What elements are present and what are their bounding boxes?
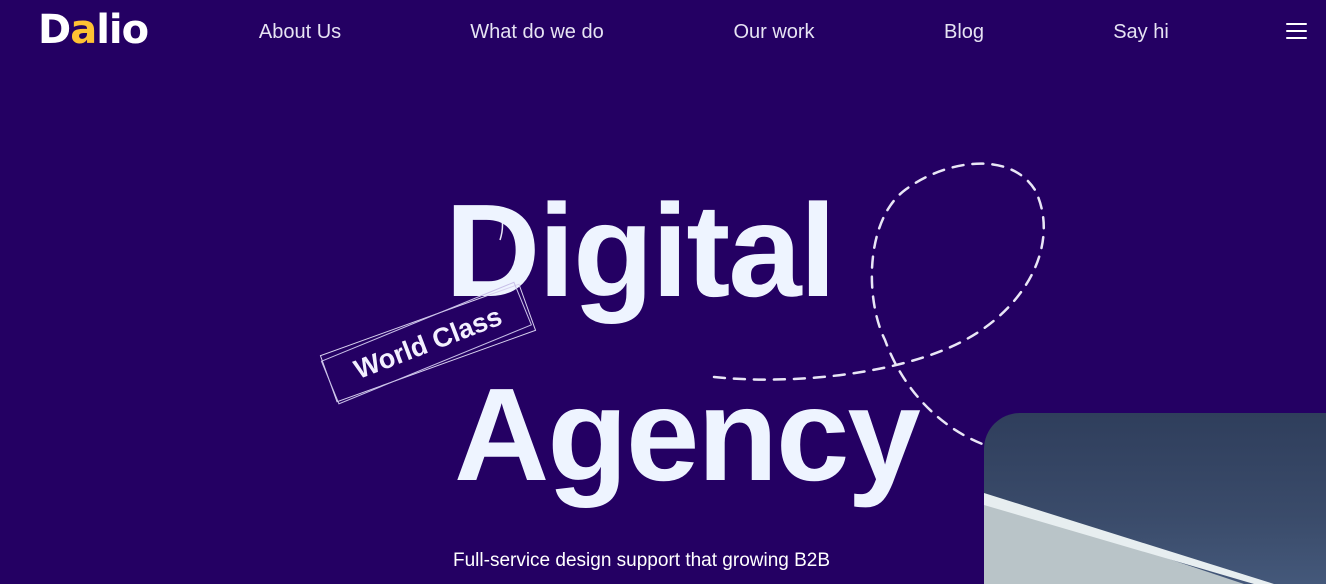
nav-about-us[interactable]: About Us [259,18,341,46]
hero-image [984,413,1326,584]
site-header: Da lio About Us What do we do Our work Bl… [0,0,1326,64]
logo-prefix: D [38,7,71,53]
nav-blog[interactable]: Blog [944,18,984,46]
nav-our-work[interactable]: Our work [733,18,814,46]
logo[interactable]: Da lio [38,6,149,54]
nav-what-do-we-do[interactable]: What do we do [470,18,603,46]
nav-say-hi[interactable]: Say hi [1113,18,1169,46]
logo-suffix: lio [96,7,149,53]
logo-accent-letter: a [70,7,97,53]
hero-title-line-2: Agency [454,361,921,508]
hero-subtitle: Full-service design support that growing… [453,550,831,571]
hamburger-menu-icon[interactable] [1283,19,1311,43]
